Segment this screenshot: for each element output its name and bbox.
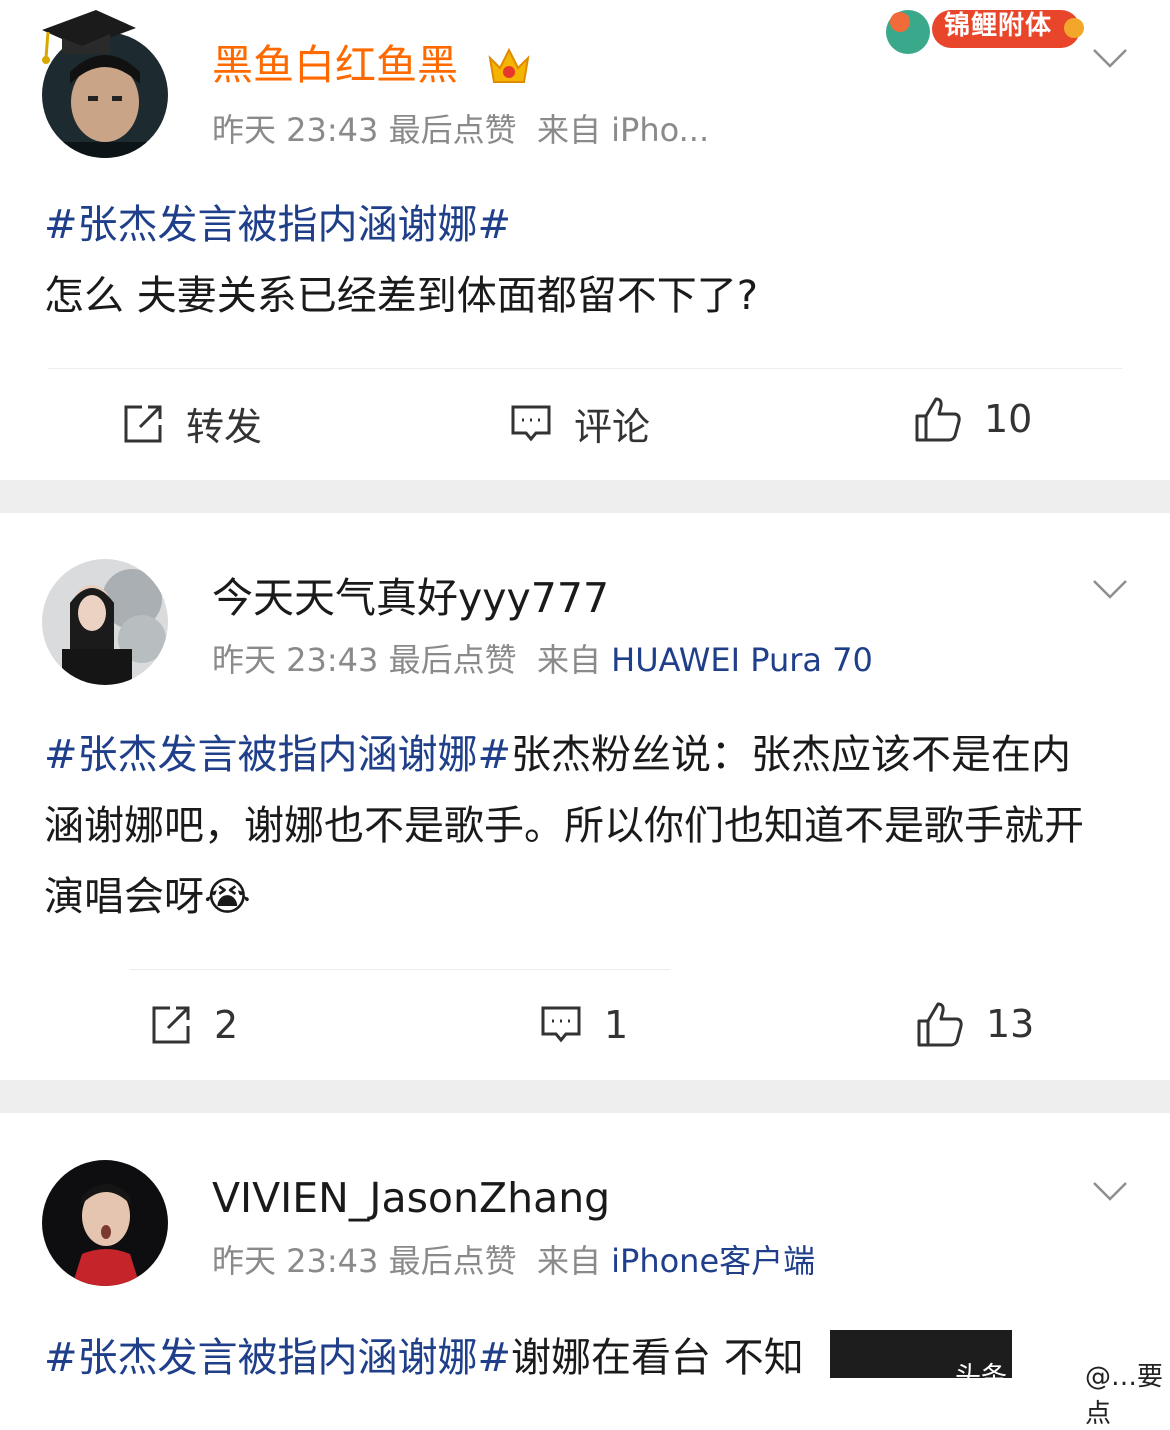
username[interactable]: 黑鱼白红鱼黑 xyxy=(212,40,458,90)
post-time: 昨天 23:43 xyxy=(212,1242,379,1280)
graduation-cap-icon xyxy=(42,10,136,64)
badge-label: 锦鲤附体 xyxy=(944,11,1053,41)
like-count: 13 xyxy=(986,1002,1035,1046)
repost-label: 转发 xyxy=(186,405,263,449)
hashtag-link[interactable]: #张杰发言被指内涵谢娜# xyxy=(44,1335,511,1381)
device-name: iPho... xyxy=(611,111,710,149)
source-prefix: 来自 xyxy=(536,641,601,679)
comment-count: 1 xyxy=(604,1003,629,1047)
last-like-label: 最后点赞 xyxy=(388,111,517,149)
source-prefix: 来自 xyxy=(536,1242,601,1280)
post-meta: 昨天 23:43 最后点赞 来自 iPhone客户端 xyxy=(212,1241,815,1281)
post-text: 怎么 夫妻关系已经差到体面都留不下了? xyxy=(44,273,758,319)
like-button[interactable]: 13 xyxy=(916,1001,1034,1047)
repost-button[interactable]: 转发 xyxy=(122,396,262,451)
username[interactable]: 今天天气真好yyy777 xyxy=(212,573,609,623)
hashtag-link[interactable]: #张杰发言被指内涵谢娜# xyxy=(44,202,511,248)
divider xyxy=(48,368,1122,369)
username[interactable]: VIVIEN_JasonZhang xyxy=(212,1173,610,1223)
crown-icon xyxy=(488,47,530,83)
avatar[interactable] xyxy=(42,559,168,685)
avatar[interactable] xyxy=(42,1160,168,1286)
post-text: 谢娜在看台 不知 xyxy=(511,1335,804,1381)
like-icon xyxy=(915,397,961,442)
comment-label: 评论 xyxy=(574,405,651,449)
post-time: 昨天 23:43 xyxy=(212,641,379,679)
weibo-post: 黑鱼白红鱼黑 锦鲤附体 昨天 23:43 最后点赞 来自 iPho... #张杰… xyxy=(0,0,1170,480)
repost-icon xyxy=(152,1006,190,1044)
post-content: #张杰发言被指内涵谢娜#张杰粉丝说：张杰应该不是在内涵谢娜吧，谢娜也不是歌手。所… xyxy=(44,720,1110,933)
repost-button[interactable]: 2 xyxy=(150,1003,238,1047)
last-like-label: 最后点赞 xyxy=(388,1242,517,1280)
device-name[interactable]: iPhone客户端 xyxy=(611,1242,815,1280)
like-count: 10 xyxy=(984,397,1033,441)
device-name[interactable]: HUAWEI Pura 70 xyxy=(611,641,873,679)
watermark-right: @…要点 xyxy=(1085,1362,1164,1429)
like-button[interactable]: 10 xyxy=(914,396,1032,442)
post-separator xyxy=(0,1080,1170,1113)
chevron-down-icon[interactable] xyxy=(1092,577,1128,601)
hashtag-link[interactable]: #张杰发言被指内涵谢娜# xyxy=(44,732,511,778)
weibo-post: 今天天气真好yyy777 昨天 23:43 最后点赞 来自 HUAWEI Pur… xyxy=(0,513,1170,1080)
post-separator xyxy=(0,480,1170,513)
source-prefix: 来自 xyxy=(536,111,601,149)
divider xyxy=(130,969,670,970)
crying-laugh-emoji: 😭 xyxy=(204,874,251,920)
repost-count: 2 xyxy=(214,1003,239,1047)
watermark-left: 头条 xyxy=(955,1362,1008,1392)
comment-icon xyxy=(541,1006,581,1043)
post-content: #张杰发言被指内涵谢娜# 怎么 夫妻关系已经差到体面都留不下了? xyxy=(44,190,1110,332)
post-meta: 昨天 23:43 最后点赞 来自 HUAWEI Pura 70 xyxy=(212,640,873,680)
last-like-label: 最后点赞 xyxy=(388,641,517,679)
post-meta: 昨天 23:43 最后点赞 来自 iPho... xyxy=(212,110,709,150)
comment-button[interactable]: 评论 xyxy=(510,396,650,451)
chevron-down-icon[interactable] xyxy=(1092,46,1128,70)
comment-button[interactable]: 1 xyxy=(540,1003,628,1047)
chevron-down-icon[interactable] xyxy=(1092,1179,1128,1203)
comment-icon xyxy=(511,405,551,441)
post-time: 昨天 23:43 xyxy=(212,111,379,149)
like-icon xyxy=(917,1002,963,1047)
repost-icon xyxy=(124,405,162,442)
